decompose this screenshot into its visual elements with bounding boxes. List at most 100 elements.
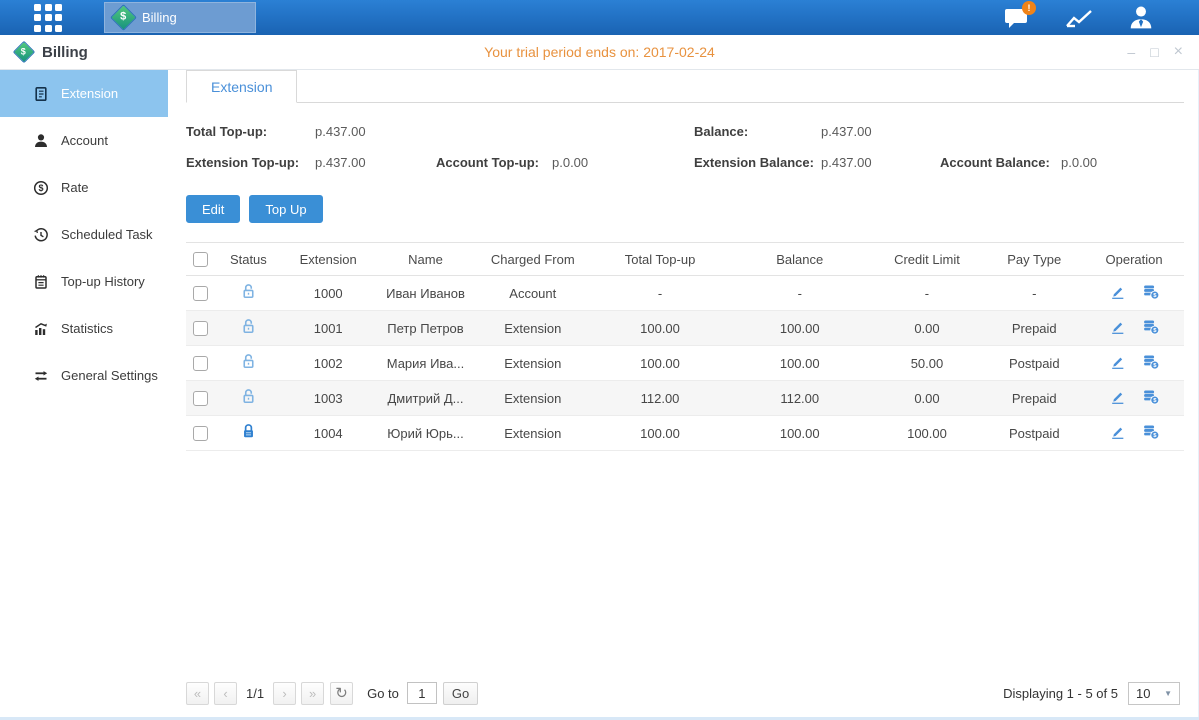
svg-text:$: $ <box>38 183 43 193</box>
row-checkbox[interactable] <box>193 391 208 406</box>
top-up-row-coins-icon[interactable]: $ <box>1142 283 1160 300</box>
cell-balance: 100.00 <box>730 416 870 451</box>
locked-status-icon[interactable] <box>240 423 257 440</box>
edit-row-pencil-icon[interactable] <box>1109 388 1126 405</box>
extensions-table: Status Extension Name Charged From Total… <box>186 242 1184 451</box>
edit-row-pencil-icon[interactable] <box>1109 283 1126 300</box>
cell-pay-type: - <box>984 276 1084 311</box>
top-up-row-coins-icon[interactable]: $ <box>1142 423 1160 440</box>
prev-page-button[interactable]: ‹ <box>214 682 237 705</box>
cell-pay-type: Postpaid <box>984 416 1084 451</box>
billing-app-window: $ Billing ! <box>0 0 1199 720</box>
summary-panel: Total Top-up: p.437.00 Extension Top-up:… <box>186 103 1184 182</box>
sidebar-item-statistics[interactable]: Statistics <box>0 305 168 352</box>
cell-balance: 100.00 <box>730 311 870 346</box>
table-row: 1004 Юрий Юрь... Extension 100.00 100.00… <box>186 416 1184 451</box>
top-up-button[interactable]: Top Up <box>249 195 322 223</box>
maximize-button[interactable]: □ <box>1150 45 1158 59</box>
cell-extension: 1001 <box>281 311 376 346</box>
cell-credit-limit: 50.00 <box>870 346 985 381</box>
cell-extension: 1004 <box>281 416 376 451</box>
reports-chart-icon[interactable] <box>1065 5 1093 31</box>
sidebar-item-label: Statistics <box>61 321 113 336</box>
sidebar-item-scheduled-task[interactable]: Scheduled Task <box>0 211 168 258</box>
row-checkbox[interactable] <box>193 321 208 336</box>
sidebar-item-rate[interactable]: $ Rate <box>0 164 168 211</box>
last-page-button[interactable]: » <box>301 682 324 705</box>
cell-total-topup: 100.00 <box>590 416 730 451</box>
chevron-down-icon: ▼ <box>1164 689 1172 698</box>
window-titlebar: $ Billing Your trial period ends on: 201… <box>0 35 1199 70</box>
person-icon <box>1128 5 1154 30</box>
displaying-count: Displaying 1 - 5 of 5 <box>1003 686 1118 701</box>
top-up-row-coins-icon[interactable]: $ <box>1142 388 1160 405</box>
top-up-row-coins-icon[interactable]: $ <box>1142 353 1160 370</box>
cell-name: Мария Ива... <box>376 346 476 381</box>
table-row: 1003 Дмитрий Д... Extension 112.00 112.0… <box>186 381 1184 416</box>
refresh-icon[interactable]: ↻ <box>330 682 353 705</box>
col-total-topup: Total Top-up <box>590 243 730 276</box>
page-size-dropdown[interactable]: 10 ▼ <box>1128 682 1180 705</box>
user-account-icon[interactable] <box>1127 5 1155 31</box>
line-chart-icon <box>1065 6 1093 30</box>
cell-extension: 1000 <box>281 276 376 311</box>
cell-charged-from: Extension <box>475 381 590 416</box>
taskbar-tab-label: Billing <box>142 10 177 25</box>
close-button[interactable]: × <box>1174 44 1183 60</box>
tab-strip: Extension <box>186 70 1184 103</box>
billing-app-icon: $ <box>13 41 36 64</box>
cell-total-topup: 100.00 <box>590 311 730 346</box>
cell-charged-from: Extension <box>475 311 590 346</box>
cell-extension: 1003 <box>281 381 376 416</box>
sidebar-item-label: General Settings <box>61 368 158 383</box>
edit-row-pencil-icon[interactable] <box>1109 353 1126 370</box>
table-header-row: Status Extension Name Charged From Total… <box>186 243 1184 276</box>
taskbar-tab-billing[interactable]: $ Billing <box>104 2 256 33</box>
tab-extension[interactable]: Extension <box>186 70 297 103</box>
col-credit-limit: Credit Limit <box>870 243 985 276</box>
general-settings-arrows-icon <box>33 368 49 384</box>
select-all-checkbox[interactable] <box>193 252 208 267</box>
cell-extension: 1002 <box>281 346 376 381</box>
cell-name: Петр Петров <box>376 311 476 346</box>
sidebar-item-label: Extension <box>61 86 118 101</box>
app-launcher-grid-icon[interactable] <box>34 4 62 32</box>
row-checkbox[interactable] <box>193 356 208 371</box>
top-up-row-coins-icon[interactable]: $ <box>1142 318 1160 335</box>
minimize-button[interactable]: – <box>1127 45 1135 59</box>
total-topup-label: Total Top-up: <box>186 124 315 139</box>
edit-row-pencil-icon[interactable] <box>1109 423 1126 440</box>
edit-button[interactable]: Edit <box>186 195 240 223</box>
sidebar-item-label: Top-up History <box>61 274 145 289</box>
goto-page-input[interactable] <box>407 682 437 704</box>
notifications-chat-icon[interactable]: ! <box>1003 5 1031 31</box>
unlocked-status-icon[interactable] <box>240 318 257 335</box>
first-page-button[interactable]: « <box>186 682 209 705</box>
go-button[interactable]: Go <box>443 682 478 705</box>
row-checkbox[interactable] <box>193 286 208 301</box>
edit-row-pencil-icon[interactable] <box>1109 318 1126 335</box>
extension-topup-value: p.437.00 <box>315 155 436 170</box>
cell-credit-limit: 0.00 <box>870 311 985 346</box>
window-title: Billing <box>42 44 88 61</box>
sidebar-item-general-settings[interactable]: General Settings <box>0 352 168 399</box>
sidebar-item-topup-history[interactable]: Top-up History <box>0 258 168 305</box>
row-checkbox[interactable] <box>193 426 208 441</box>
account-topup-value: p.0.00 <box>552 155 694 170</box>
unlocked-status-icon[interactable] <box>240 353 257 370</box>
topup-history-notepad-icon <box>33 274 49 290</box>
sidebar: Extension Account $ Rate <box>0 70 168 720</box>
unlocked-status-icon[interactable] <box>240 388 257 405</box>
sidebar-item-account[interactable]: Account <box>0 117 168 164</box>
col-name: Name <box>376 243 476 276</box>
unlocked-status-icon[interactable] <box>240 283 257 300</box>
statistics-bars-icon <box>33 321 49 337</box>
col-operation: Operation <box>1084 243 1184 276</box>
cell-name: Юрий Юрь... <box>376 416 476 451</box>
sidebar-item-extension[interactable]: Extension <box>0 70 168 117</box>
cell-total-topup: - <box>590 276 730 311</box>
cell-credit-limit: 100.00 <box>870 416 985 451</box>
next-page-button[interactable]: › <box>273 682 296 705</box>
sidebar-item-label: Scheduled Task <box>61 227 153 242</box>
account-topup-label: Account Top-up: <box>436 155 552 170</box>
